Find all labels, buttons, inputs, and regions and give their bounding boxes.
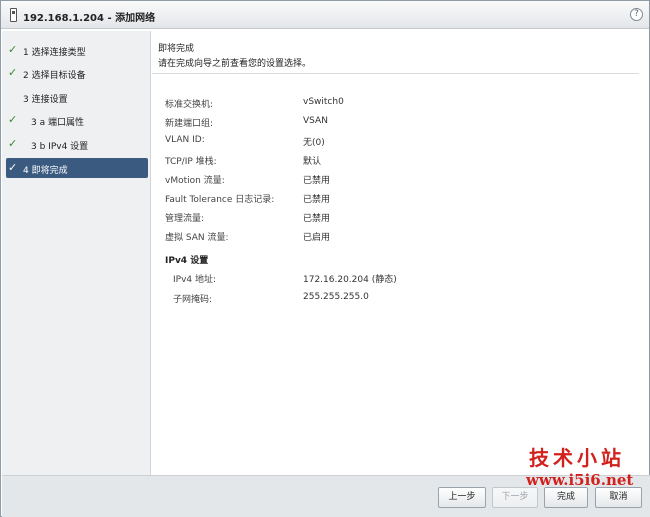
setting-row-port-group: 新建端口组: VSAN (165, 116, 585, 130)
setting-value: 无(0) (303, 138, 325, 148)
setting-key: VLAN ID: (165, 135, 205, 145)
setting-row-management-traffic: 管理流量: 已禁用 (165, 211, 585, 225)
step-select-connection-type[interactable]: ✓ 1 选择连接类型 (6, 40, 148, 60)
setting-key: 新建端口组: (165, 119, 214, 129)
next-button[interactable]: 下一步 (492, 487, 538, 508)
help-button[interactable]: ? (630, 8, 643, 21)
step-select-target-device[interactable]: ✓ 2 选择目标设备 (6, 63, 148, 83)
checkmark-icon: ✓ (8, 43, 18, 56)
setting-value: 255.255.255.0 (303, 292, 369, 302)
ipv4-section-heading: IPv4 设置 (165, 256, 209, 266)
title-bar: 192.168.1.204 - 添加网络 ? (1, 1, 649, 29)
page-title: 即将完成 (158, 44, 195, 54)
host-icon (10, 8, 17, 22)
page-subtitle: 请在完成向导之前查看您的设置选择。 (158, 59, 312, 69)
setting-row-vmotion: vMotion 流量: 已禁用 (165, 173, 585, 187)
window-title: 192.168.1.204 - 添加网络 (23, 13, 156, 24)
step-port-properties[interactable]: ✓ 3 a 端口属性 (6, 110, 148, 130)
setting-row-subnet-mask: 子网掩码: 255.255.255.0 (165, 292, 585, 306)
step-label: 3 b IPv4 设置 (31, 142, 89, 152)
watermark-site-url: www.i5i6.net (526, 471, 634, 489)
checkmark-icon: ✓ (8, 66, 18, 79)
summary-panel: 即将完成 请在完成向导之前查看您的设置选择。 标准交换机: vSwitch0 新… (152, 31, 649, 475)
step-ipv4-settings[interactable]: ✓ 3 b IPv4 设置 (6, 134, 148, 154)
step-label: 1 选择连接类型 (23, 48, 86, 58)
setting-row-vsan-traffic: 虚拟 SAN 流量: 已启用 (165, 230, 585, 244)
setting-value: vSwitch0 (303, 97, 344, 107)
wizard-steps-sidebar: ✓ 1 选择连接类型 ✓ 2 选择目标设备 3 连接设置 ✓ 3 a 端口属性 … (2, 31, 151, 475)
step-connection-settings[interactable]: 3 连接设置 (6, 87, 148, 107)
checkmark-icon: ✓ (8, 161, 18, 174)
setting-key: vMotion 流量: (165, 176, 225, 186)
setting-key: 管理流量: (165, 214, 205, 224)
setting-key: TCP/IP 堆栈: (165, 157, 217, 167)
step-label: 4 即将完成 (23, 166, 68, 176)
setting-row-ipv4-address: IPv4 地址: 172.16.20.204 (静态) (165, 272, 585, 286)
divider (152, 73, 639, 74)
setting-value: 172.16.20.204 (静态) (303, 275, 397, 285)
step-label: 3 连接设置 (23, 95, 68, 105)
checkmark-icon: ✓ (8, 113, 18, 126)
setting-value: VSAN (303, 116, 328, 126)
setting-value: 默认 (303, 157, 322, 167)
watermark-site-name: 技术小站 (529, 446, 625, 470)
checkmark-icon: ✓ (8, 137, 18, 150)
setting-value: 已禁用 (303, 176, 331, 186)
finish-button[interactable]: 完成 (544, 487, 588, 508)
add-network-dialog: 192.168.1.204 - 添加网络 ? ✓ 1 选择连接类型 ✓ 2 选择… (0, 0, 650, 517)
setting-row-tcpip-stack: TCP/IP 堆栈: 默认 (165, 154, 585, 168)
setting-row-fault-tolerance: Fault Tolerance 日志记录: 已禁用 (165, 192, 585, 206)
step-label: 2 选择目标设备 (23, 71, 86, 81)
setting-key: 子网掩码: (173, 295, 213, 305)
setting-row-vlan-id: VLAN ID: 无(0) (165, 135, 585, 149)
step-ready-to-complete[interactable]: ✓ 4 即将完成 (6, 158, 148, 178)
step-label: 3 a 端口属性 (31, 118, 84, 128)
setting-value: 已启用 (303, 233, 331, 243)
back-button[interactable]: 上一步 (438, 487, 486, 508)
setting-key: 标准交换机: (165, 100, 214, 110)
setting-key: IPv4 地址: (173, 275, 217, 285)
setting-row-standard-switch: 标准交换机: vSwitch0 (165, 97, 585, 111)
setting-key: Fault Tolerance 日志记录: (165, 195, 275, 205)
cancel-button[interactable]: 取消 (595, 487, 642, 508)
setting-value: 已禁用 (303, 195, 331, 205)
setting-key: 虚拟 SAN 流量: (165, 233, 229, 243)
setting-value: 已禁用 (303, 214, 331, 224)
